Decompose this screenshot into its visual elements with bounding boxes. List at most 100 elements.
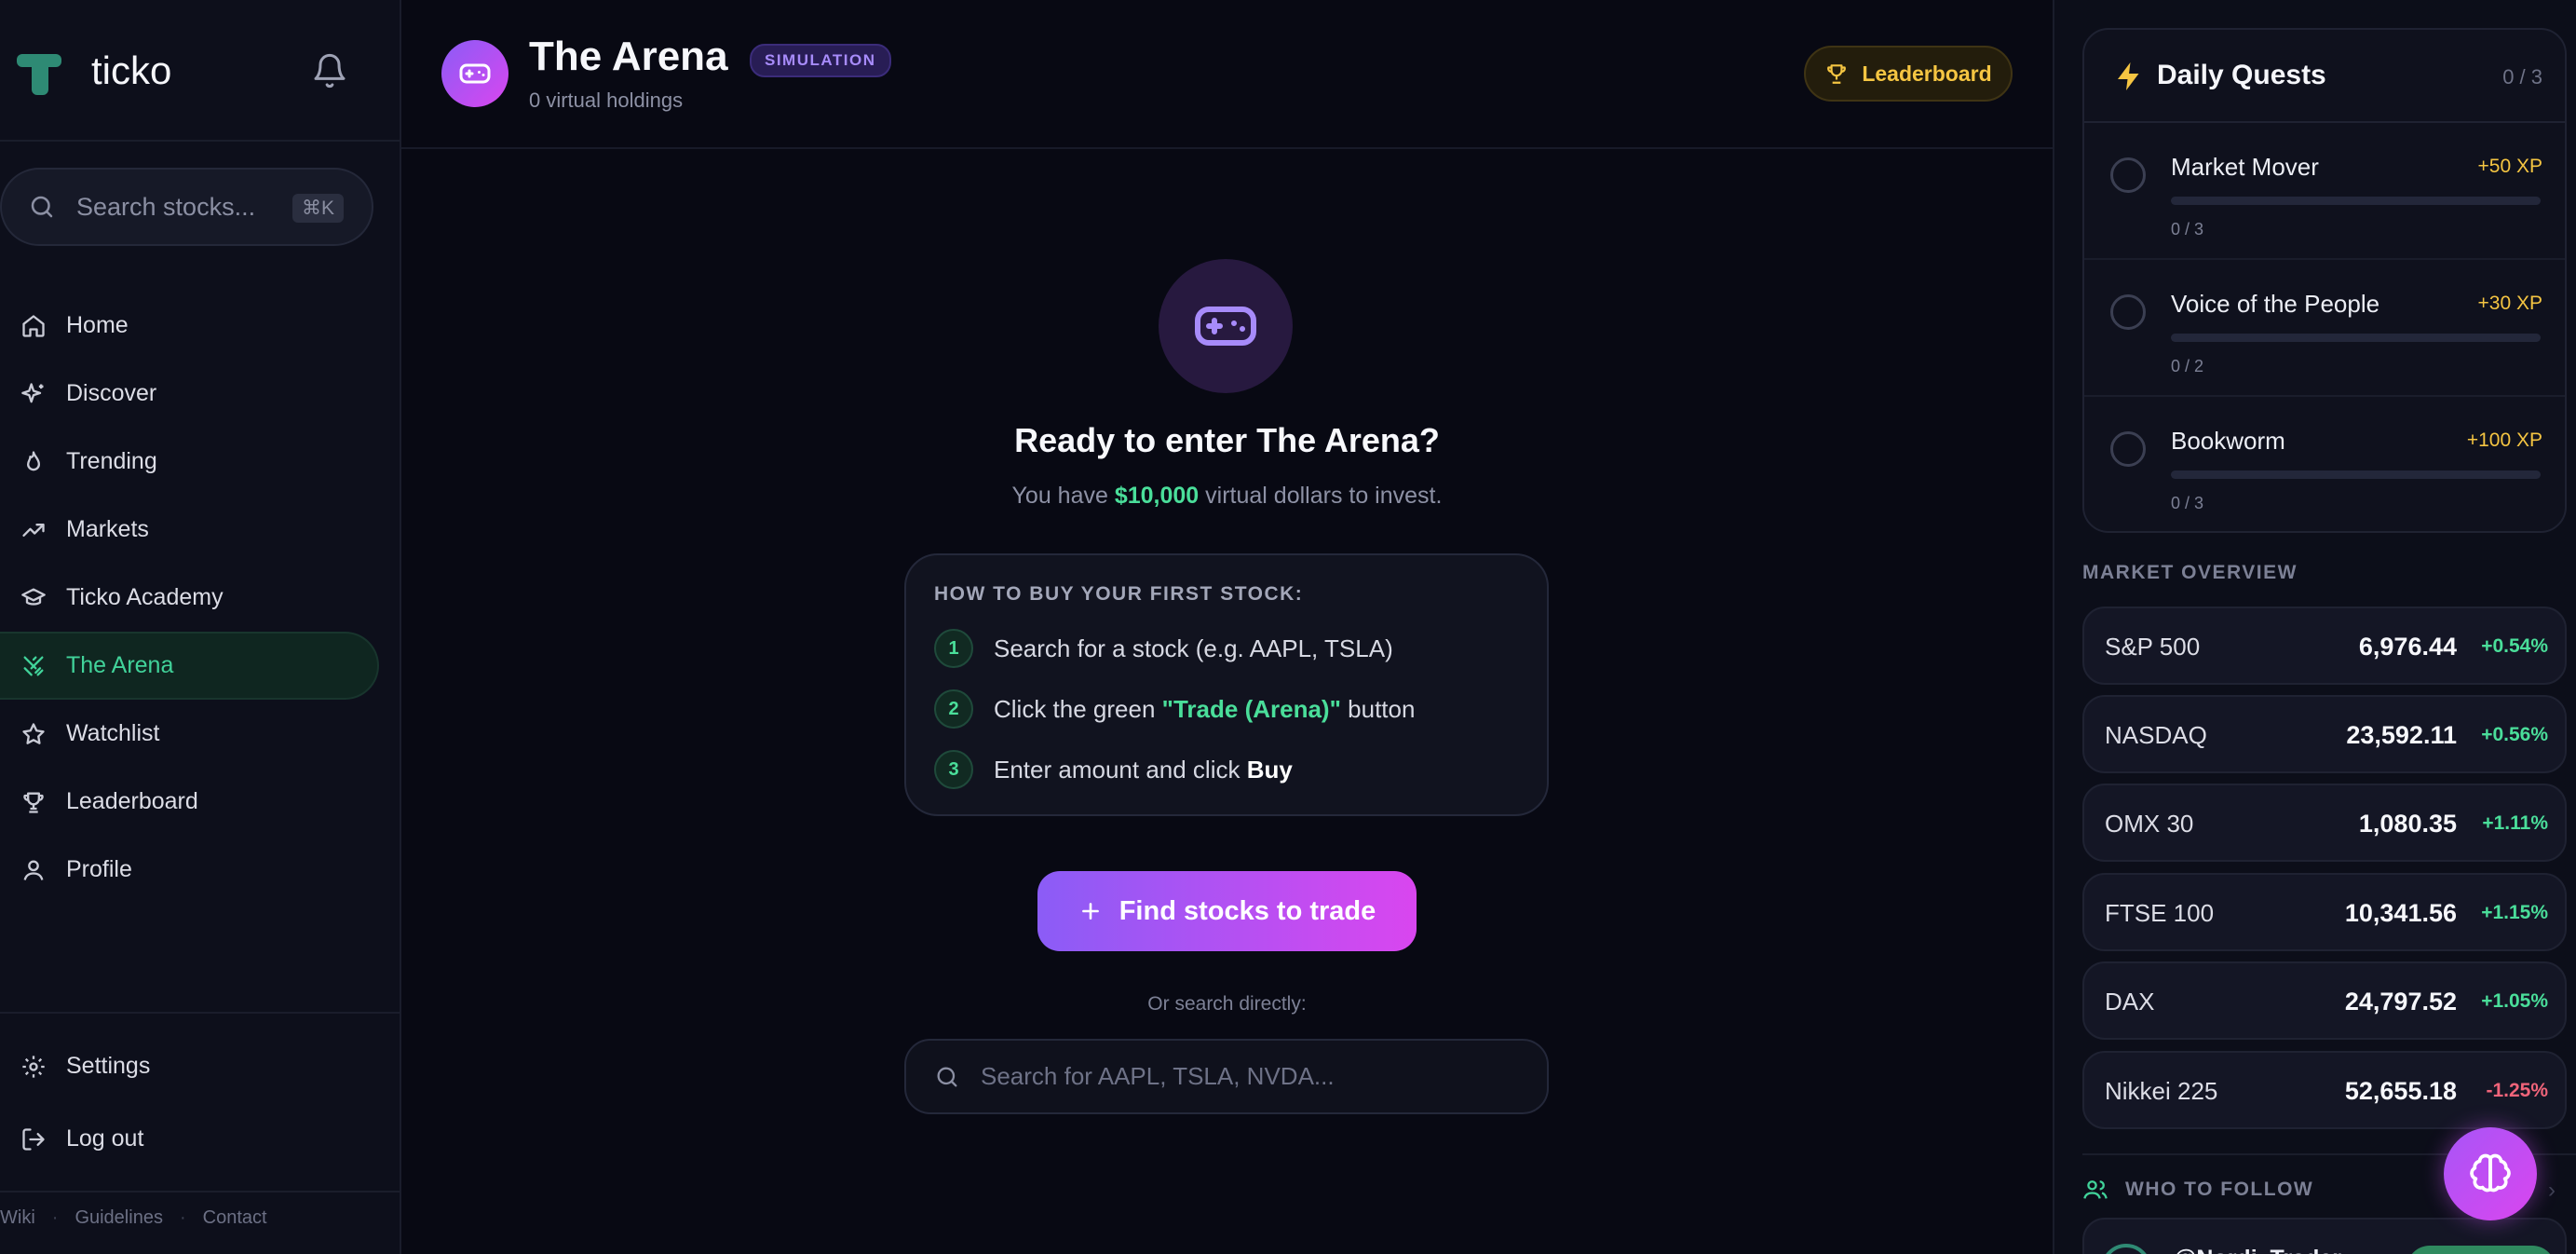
index-change: +1.05% — [2481, 990, 2548, 1012]
leaderboard-button[interactable]: Leaderboard — [1804, 46, 2013, 102]
market-row-nasdaq[interactable]: NASDAQ 23,592.11 +0.56% — [2082, 695, 2567, 773]
search-icon — [31, 196, 53, 218]
main-content: The Arena SIMULATION 0 virtual holdings … — [401, 0, 2053, 1254]
who-to-follow-title: WHO TO FOLLOW — [2125, 1179, 2314, 1200]
footer-links: Wiki · Guidelines · Contact — [0, 1207, 267, 1229]
index-name: OMX 30 — [2105, 810, 2194, 838]
footer-link-guidelines[interactable]: Guidelines — [75, 1207, 163, 1229]
sidebar-item-the-arena[interactable]: The Arena — [0, 632, 379, 700]
sidebar-item-profile[interactable]: Profile — [0, 836, 379, 904]
market-row-sp500[interactable]: S&P 500 6,976.44 +0.54% — [2082, 607, 2567, 685]
sidebar: ticko Search stocks... ⌘K Home Discover … — [0, 0, 401, 1254]
hero-title: Ready to enter The Arena? — [1014, 421, 1440, 459]
how-to-title: HOW TO BUY YOUR FIRST STOCK: — [934, 583, 1304, 605]
sidebar-item-trending[interactable]: Trending — [0, 428, 379, 496]
sidebar-item-leaderboard[interactable]: Leaderboard — [0, 768, 379, 836]
index-change: -1.25% — [2486, 1080, 2548, 1101]
sidebar-item-settings[interactable]: Settings — [0, 1032, 379, 1100]
ai-assistant-button[interactable] — [2444, 1127, 2537, 1220]
trade-arena-highlight: "Trade (Arena)" — [1161, 694, 1341, 723]
hero-subtitle-suffix: virtual dollars to invest. — [1199, 483, 1443, 509]
index-change: +1.15% — [2481, 902, 2548, 923]
page-title: The Arena — [529, 34, 728, 79]
user-icon — [19, 855, 48, 885]
sidebar-item-label: Log out — [66, 1125, 144, 1152]
sidebar-item-discover[interactable]: Discover — [0, 360, 379, 428]
index-name: Nikkei 225 — [2105, 1077, 2218, 1105]
brand-name: ticko — [91, 48, 172, 92]
index-value: 6,976.44 — [2358, 633, 2457, 661]
step-text: Enter amount and click Buy — [994, 756, 1293, 784]
sidebar-item-markets[interactable]: Markets — [0, 496, 379, 564]
sidebar-item-logout[interactable]: Log out — [0, 1105, 379, 1173]
quest-name: Bookworm — [2171, 427, 2285, 455]
graduation-cap-icon — [19, 583, 48, 613]
follow-button[interactable] — [2407, 1246, 2556, 1254]
sidebar-item-watchlist[interactable]: Watchlist — [0, 700, 379, 768]
chevron-right-icon[interactable]: › — [2548, 1178, 2556, 1204]
footer-link-contact[interactable]: Contact — [203, 1207, 267, 1229]
leaderboard-button-label: Leaderboard — [1862, 61, 1992, 86]
follow-suggestion-card[interactable]: @Nordi_Trader — [2082, 1218, 2567, 1254]
sparkles-icon — [19, 379, 48, 409]
quest-item[interactable]: Bookworm +100 XP 0 / 3 — [2084, 397, 2565, 531]
quest-status-circle — [2110, 157, 2146, 193]
step-number: 2 — [934, 689, 973, 729]
quest-xp: +30 XP — [2477, 293, 2542, 314]
find-stocks-button[interactable]: Find stocks to trade — [1037, 871, 1417, 951]
step-text-post: button — [1340, 694, 1416, 723]
index-change: +0.54% — [2481, 635, 2548, 657]
market-row-ftse100[interactable]: FTSE 100 10,341.56 +1.15% — [2082, 873, 2567, 951]
quest-status-circle — [2110, 431, 2146, 467]
index-change: +0.56% — [2481, 724, 2548, 745]
market-row-omx30[interactable]: OMX 30 1,080.35 +1.11% — [2082, 784, 2567, 862]
market-overview-title: MARKET OVERVIEW — [2082, 562, 2298, 583]
hero-subtitle: You have $10,000 virtual dollars to inve… — [401, 483, 2053, 510]
sidebar-search-input[interactable]: Search stocks... ⌘K — [0, 168, 373, 246]
index-name: S&P 500 — [2105, 633, 2201, 661]
hero-gamepad-badge — [1159, 259, 1293, 393]
find-stocks-button-label: Find stocks to trade — [1119, 895, 1376, 926]
sidebar-item-label: Home — [66, 312, 129, 338]
logout-icon — [19, 1125, 48, 1154]
quest-name: Market Mover — [2171, 153, 2319, 181]
right-panel: Daily Quests 0 / 3 Market Mover +50 XP 0… — [2053, 0, 2576, 1254]
sidebar-item-label: Ticko Academy — [66, 584, 224, 610]
sidebar-divider — [0, 1012, 401, 1014]
quest-progress-text: 0 / 2 — [2171, 357, 2204, 375]
trophy-icon — [19, 787, 48, 817]
sidebar-item-label: Leaderboard — [66, 788, 198, 814]
daily-quests-card: Daily Quests 0 / 3 Market Mover +50 XP 0… — [2082, 28, 2567, 533]
buy-highlight: Buy — [1246, 755, 1293, 784]
sidebar-divider — [0, 140, 401, 142]
sidebar-item-label: Markets — [66, 516, 149, 542]
step-1: 1 Search for a stock (e.g. AAPL, TSLA) — [934, 628, 1393, 669]
sidebar-item-academy[interactable]: Ticko Academy — [0, 564, 379, 632]
sidebar-search-placeholder: Search stocks... — [76, 192, 256, 221]
step-text-pre: Enter amount and click — [994, 755, 1247, 784]
index-name: DAX — [2105, 988, 2155, 1015]
users-icon — [2083, 1180, 2108, 1199]
quest-progress-bar — [2171, 197, 2541, 205]
sidebar-item-home[interactable]: Home — [0, 292, 379, 360]
flame-icon — [19, 447, 48, 477]
quest-status-circle — [2110, 294, 2146, 330]
sidebar-item-label: Settings — [66, 1053, 151, 1079]
brand[interactable]: ticko — [17, 45, 171, 97]
quest-progress-bar — [2171, 334, 2541, 342]
quest-progress-text: 0 / 3 — [2171, 220, 2204, 239]
footer-link-wiki[interactable]: Wiki — [0, 1207, 35, 1229]
direct-search-input[interactable]: Search for AAPL, TSLA, NVDA... — [904, 1039, 1549, 1114]
follow-suggestion-name: @Nordi_Trader — [2174, 1246, 2341, 1254]
index-value: 24,797.52 — [2344, 988, 2457, 1015]
gear-icon — [19, 1052, 48, 1082]
gamepad-icon — [1195, 307, 1256, 346]
quest-item[interactable]: Market Mover +50 XP 0 / 3 — [2084, 123, 2565, 260]
quest-item[interactable]: Voice of the People +30 XP 0 / 2 — [2084, 260, 2565, 397]
step-text-pre: Click the green — [994, 694, 1162, 723]
bell-icon[interactable] — [311, 52, 348, 89]
holdings-count: 0 virtual holdings — [529, 89, 684, 112]
market-row-nikkei225[interactable]: Nikkei 225 52,655.18 -1.25% — [2082, 1051, 2567, 1129]
market-row-dax[interactable]: DAX 24,797.52 +1.05% — [2082, 961, 2567, 1040]
sidebar-item-label: The Arena — [66, 652, 174, 678]
